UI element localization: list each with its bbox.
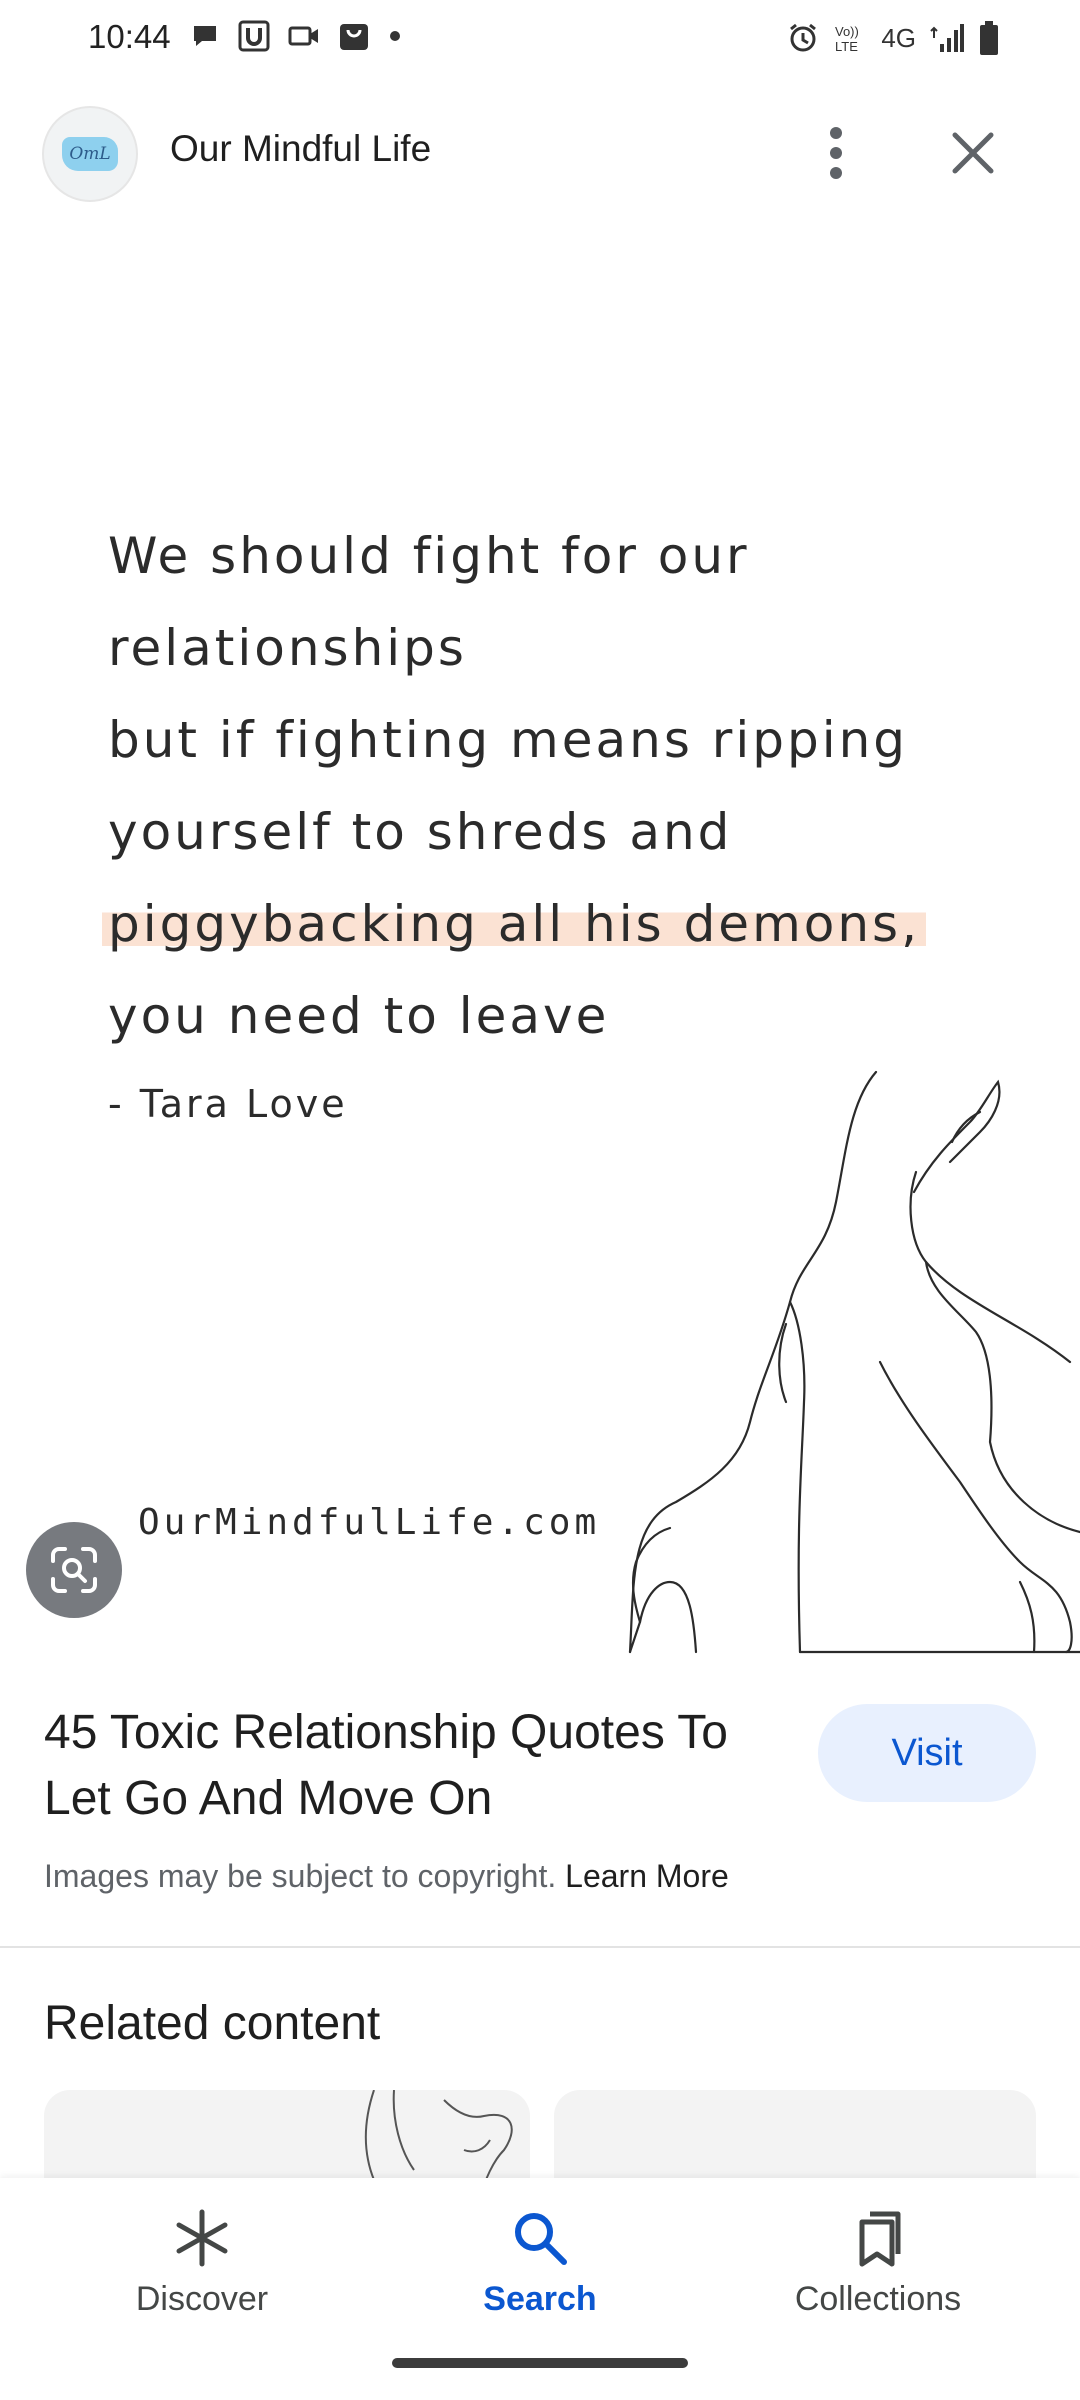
battery-icon [978, 20, 1000, 56]
quote-author: - Tara Love [108, 1082, 348, 1126]
search-icon [515, 2213, 567, 2265]
nav-discover-label: Discover [135, 2280, 269, 2318]
bookmarks-icon [859, 2211, 901, 2267]
status-time: 10:44 [88, 18, 171, 55]
lens-icon [51, 1547, 97, 1593]
dot-icon [388, 29, 402, 43]
volte-icon: Vo)) LTE [833, 22, 867, 54]
notification-icons [190, 20, 402, 52]
svg-text:LTE: LTE [835, 39, 858, 54]
network-type: 4G [881, 22, 916, 53]
related-content-heading: Related content [44, 1997, 381, 2050]
quote-line: relationships [108, 619, 467, 677]
site-name[interactable]: Our Mindful Life [170, 128, 431, 170]
visit-button[interactable]: Visit [818, 1704, 1036, 1802]
quote-line: you need to leave [108, 987, 610, 1045]
alarm-icon [787, 22, 819, 54]
close-icon [952, 132, 994, 174]
site-avatar[interactable]: OmL [42, 106, 138, 202]
quote-line: yourself to shreds and [108, 803, 733, 861]
home-indicator[interactable] [392, 2358, 688, 2368]
nav-discover[interactable]: Discover [52, 2208, 352, 2319]
lens-search-button[interactable] [26, 1522, 122, 1618]
learn-more-link[interactable]: Learn More [565, 1858, 729, 1894]
quote-line: but if fighting means ripping [108, 711, 909, 769]
image-watermark: OurMindfulLife.com [138, 1502, 601, 1543]
u-app-icon [238, 20, 270, 52]
highlighted-text: piggybacking all his demons, [102, 895, 927, 953]
quote-text: We should fight for our relationships bu… [102, 510, 927, 1062]
more-options-button[interactable] [808, 118, 864, 188]
close-button[interactable] [938, 118, 1008, 188]
nav-collections[interactable]: Collections [728, 2208, 1028, 2319]
result-title[interactable]: 45 Toxic Relationship Quotes To Let Go A… [44, 1700, 764, 1832]
more-vert-icon [830, 127, 842, 179]
chat-bubble-icon [190, 21, 220, 51]
asterisk-icon [176, 2209, 228, 2267]
line-art-illustration [628, 1070, 1080, 1654]
signal-icon [930, 22, 964, 54]
nav-search[interactable]: Search [390, 2208, 690, 2319]
system-icons: Vo)) LTE 4G [787, 20, 1000, 56]
nav-search-label: Search [483, 2280, 597, 2318]
site-logo: OmL [62, 137, 118, 171]
image-viewer-header: OmL Our Mindful Life [0, 88, 1080, 218]
result-image[interactable]: We should fight for our relationships bu… [0, 222, 1080, 1658]
divider [0, 1946, 1080, 1948]
quote-line-highlighted: piggybacking all his demons, [102, 878, 927, 970]
nav-collections-label: Collections [794, 2280, 962, 2318]
svg-text:Vo)): Vo)) [835, 24, 859, 39]
status-bar: 10:44 Vo)) LTE 4G [0, 0, 1080, 80]
shopping-bag-icon [338, 20, 370, 52]
copyright-text: Images may be subject to copyright. [44, 1858, 557, 1894]
video-icon [288, 22, 320, 50]
copyright-notice: Images may be subject to copyright. Lear… [44, 1858, 729, 1895]
quote-line: We should fight for our [108, 527, 750, 585]
